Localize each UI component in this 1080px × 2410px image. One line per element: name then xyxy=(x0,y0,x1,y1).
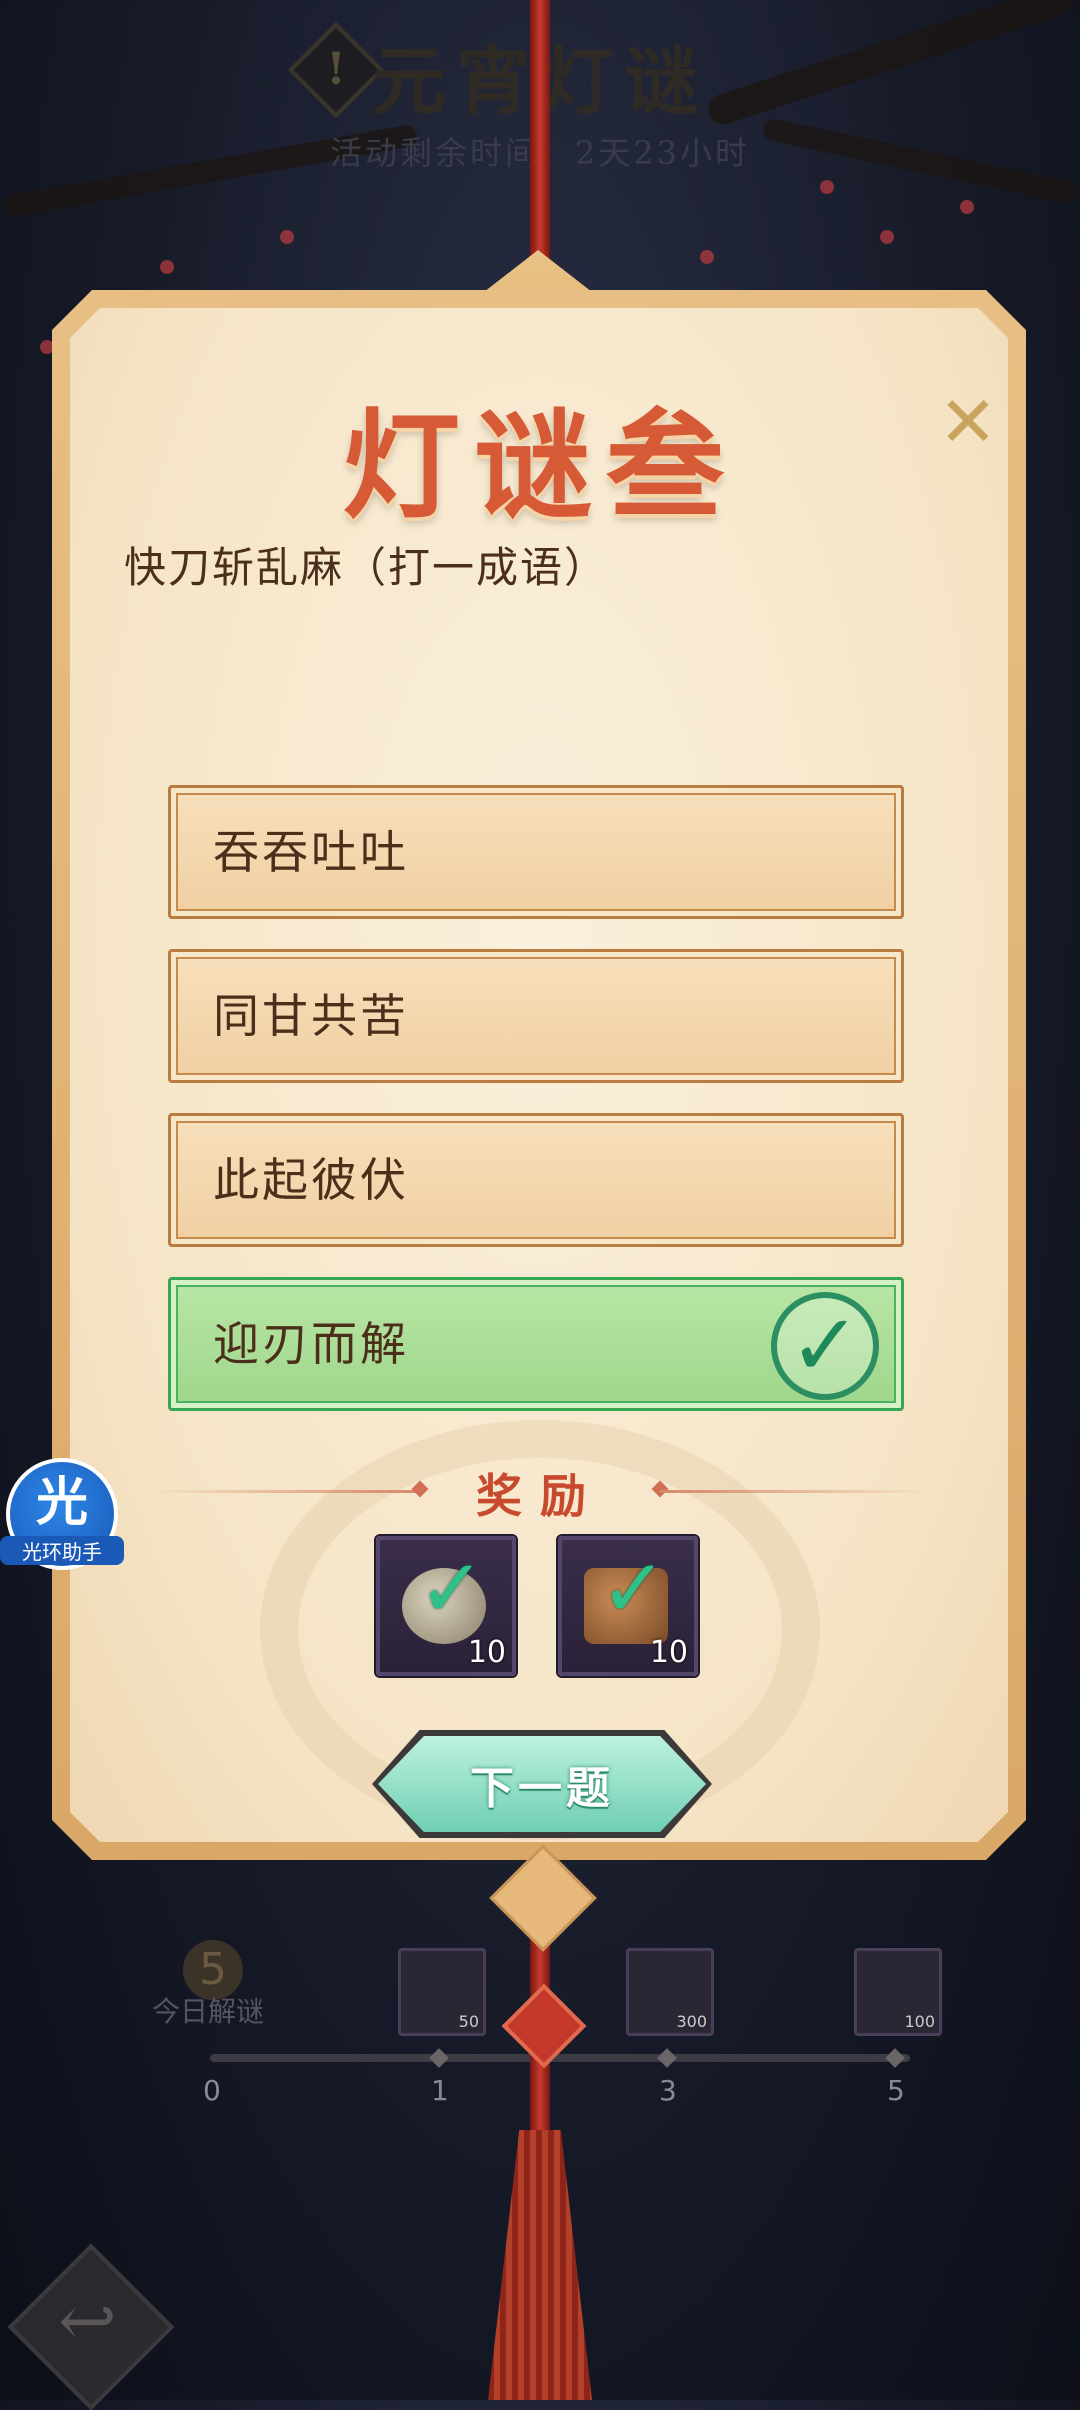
card-bottom-ornament xyxy=(489,1844,597,1952)
check-icon: ✓ xyxy=(418,1542,486,1635)
answer-option-3[interactable]: 此起彼伏 xyxy=(168,1113,904,1247)
check-icon: ✓ xyxy=(771,1292,879,1400)
helper-label: 光环助手 xyxy=(0,1536,124,1565)
progress-tick: 0 xyxy=(203,2074,221,2107)
blossom xyxy=(820,180,834,194)
reward-item-jade[interactable]: ✓ 10 xyxy=(376,1536,516,1676)
blossom xyxy=(960,200,974,214)
reward-count: 10 xyxy=(467,1635,506,1670)
helper-icon: 光 xyxy=(35,1472,88,1533)
milestone-reward-3[interactable]: 100 xyxy=(854,1948,942,2036)
reward-count: 10 xyxy=(649,1635,688,1670)
progress-tick: 5 xyxy=(887,2074,905,2107)
progress-marker xyxy=(885,2048,905,2068)
answer-option-label: 此起彼伏 xyxy=(213,1153,409,1207)
blossom xyxy=(160,260,174,274)
blossom xyxy=(700,250,714,264)
answer-option-label: 吞吞吐吐 xyxy=(213,825,409,879)
progress-bar xyxy=(210,2054,910,2062)
reward-divider-right xyxy=(660,1490,930,1493)
reward-title: 奖励 xyxy=(476,1469,604,1523)
riddle-question: 快刀斩乱麻（打一成语） xyxy=(124,543,609,592)
today-solved-label: 今日解谜 xyxy=(152,1995,265,2028)
check-icon: ✓ xyxy=(600,1542,668,1635)
answer-option-4-correct[interactable]: 迎刃而解 ✓ xyxy=(168,1277,904,1411)
milestone-reward-2[interactable]: 300 xyxy=(626,1948,714,2036)
next-question-label: 下一题 xyxy=(470,1763,614,1814)
close-icon[interactable]: ✕ xyxy=(938,387,998,457)
progress-tick: 1 xyxy=(431,2074,449,2107)
milestone-reward-1[interactable]: 50 xyxy=(398,1948,486,2036)
progress-tick: 3 xyxy=(659,2074,677,2107)
blossom xyxy=(880,230,894,244)
answer-option-2[interactable]: 同甘共苦 xyxy=(168,949,904,1083)
progress-marker xyxy=(429,2048,449,2068)
tassel xyxy=(488,2130,592,2400)
riddle-card-title: 灯谜叁 xyxy=(341,396,738,535)
answer-option-label: 迎刃而解 xyxy=(213,1317,409,1371)
answer-option-1[interactable]: 吞吞吐吐 xyxy=(168,785,904,919)
reward-item-seal[interactable]: ✓ 10 xyxy=(558,1536,698,1676)
back-arrow-icon: ↩ xyxy=(58,2280,117,2362)
answer-option-label: 同甘共苦 xyxy=(213,989,409,1043)
progress-marker xyxy=(657,2048,677,2068)
blossom xyxy=(280,230,294,244)
next-question-button[interactable]: 下一题 xyxy=(378,1736,706,1832)
